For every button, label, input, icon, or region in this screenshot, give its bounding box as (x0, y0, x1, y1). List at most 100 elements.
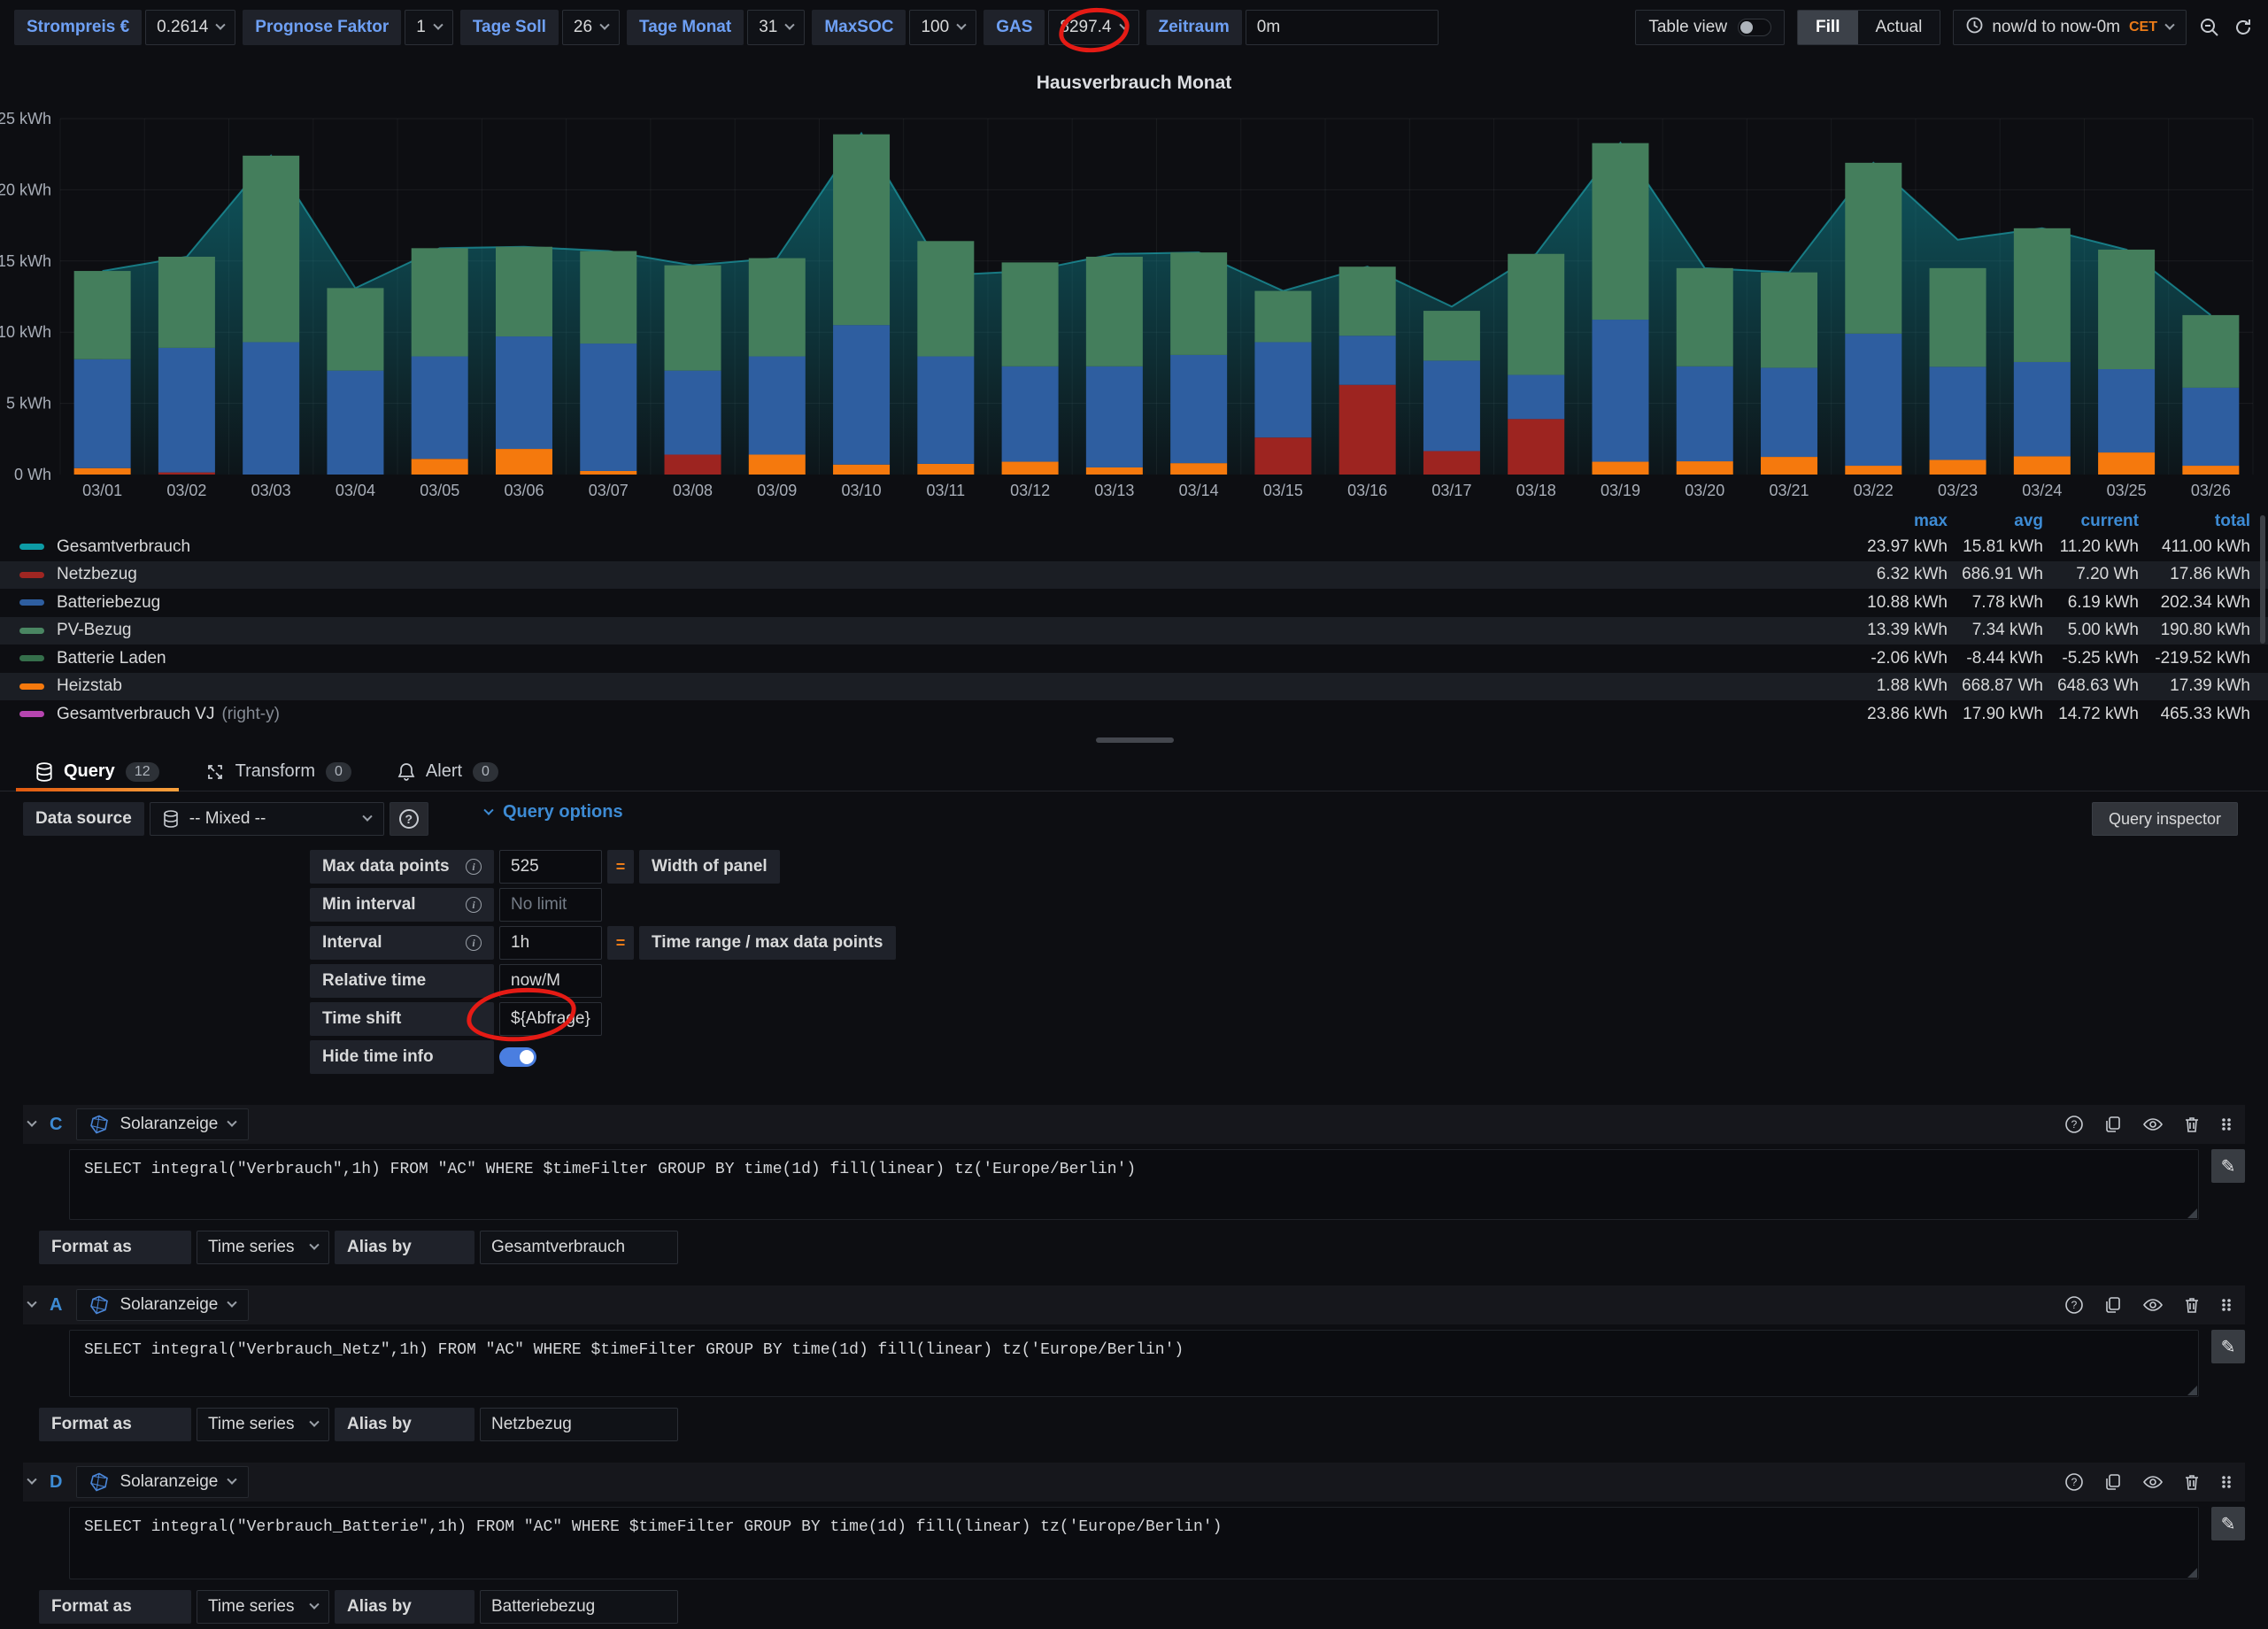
bar-segment-heizstab[interactable] (1930, 459, 1986, 475)
table-view-toggle[interactable]: Table view (1635, 10, 1785, 45)
refresh-button[interactable] (2233, 17, 2254, 38)
bar-segment-pv-bezug[interactable] (1508, 254, 1564, 375)
bar-segment-batteriebezug[interactable] (833, 325, 890, 465)
bar-segment-heizstab[interactable] (2182, 466, 2239, 475)
legend-column-avg[interactable]: avg (1948, 512, 2043, 531)
alias-by-input[interactable]: Batteriebezug (480, 1590, 678, 1624)
bar-segment-batteriebezug[interactable] (2014, 362, 2071, 456)
bar-segment-heizstab[interactable] (412, 459, 468, 475)
bar-segment-netzbezug[interactable] (1423, 451, 1480, 475)
bar-segment-heizstab[interactable] (496, 449, 552, 475)
bar-segment-heizstab[interactable] (1170, 463, 1227, 475)
bar-segment-batteriebezug[interactable] (1930, 367, 1986, 459)
bar-segment-pv-bezug[interactable] (1254, 291, 1311, 343)
tab-alert[interactable]: Alert0 (374, 753, 521, 791)
delete-query-trash-icon[interactable] (2183, 1472, 2201, 1492)
help-icon[interactable]: ? (2064, 1472, 2084, 1492)
legend-row-heizstab[interactable]: Heizstab1.88 kWh668.87 Wh648.63 Wh17.39 … (0, 673, 2268, 701)
fill-button[interactable]: Fill (1798, 11, 1857, 44)
legend-row-pv-bezug[interactable]: PV-Bezug13.39 kWh7.34 kWh5.00 kWh190.80 … (0, 617, 2268, 645)
textarea-resize-handle[interactable] (2187, 1208, 2197, 1218)
edit-query-pencil-button[interactable]: ✎ (2211, 1330, 2245, 1363)
actual-button[interactable]: Actual (1858, 11, 1940, 44)
bar-segment-pv-bezug[interactable] (158, 257, 215, 348)
bar-segment-pv-bezug[interactable] (1677, 268, 1733, 367)
collapse-chevron-icon[interactable] (27, 1475, 36, 1485)
bar-segment-batteriebezug[interactable] (1086, 367, 1143, 467)
option-input[interactable]: now/M (499, 964, 602, 998)
panel-resize-handle[interactable] (1096, 737, 1174, 743)
bar-segment-heizstab[interactable] (1592, 462, 1648, 475)
variable-dropdown[interactable]: 100 (909, 10, 976, 45)
info-icon[interactable]: i (466, 859, 482, 875)
hide-query-eye-icon[interactable] (2142, 1295, 2164, 1315)
bar-segment-batteriebezug[interactable] (1002, 367, 1059, 462)
format-as-select[interactable]: Time series (197, 1408, 329, 1441)
delete-query-trash-icon[interactable] (2183, 1115, 2201, 1134)
bar-segment-batteriebezug[interactable] (749, 357, 806, 455)
legend-column-total[interactable]: total (2139, 512, 2250, 531)
bar-segment-batteriebezug[interactable] (1339, 336, 1396, 384)
edit-query-pencil-button[interactable]: ✎ (2211, 1149, 2245, 1183)
legend-row-batteriebezug[interactable]: Batteriebezug10.88 kWh7.78 kWh6.19 kWh20… (0, 589, 2268, 617)
bar-segment-pv-bezug[interactable] (665, 266, 721, 371)
bar-segment-heizstab[interactable] (833, 465, 890, 475)
bar-segment-heizstab[interactable] (1845, 466, 1902, 475)
bar-segment-pv-bezug[interactable] (2182, 315, 2239, 388)
bar-segment-pv-bezug[interactable] (580, 251, 636, 344)
bar-segment-netzbezug[interactable] (665, 454, 721, 475)
bar-segment-heizstab[interactable] (1002, 462, 1059, 475)
bar-segment-pv-bezug[interactable] (1086, 257, 1143, 367)
bar-segment-batteriebezug[interactable] (1423, 360, 1480, 451)
bar-segment-batteriebezug[interactable] (665, 371, 721, 455)
series-name[interactable]: Gesamtverbrauch (57, 537, 1852, 557)
bar-segment-batteriebezug[interactable] (243, 342, 299, 475)
legend-row-gesamtverbrauch[interactable]: Gesamtverbrauch23.97 kWh15.81 kWh11.20 k… (0, 533, 2268, 561)
bar-segment-batteriebezug[interactable] (1845, 334, 1902, 466)
sql-query-textarea[interactable]: SELECT integral("Verbrauch_Netz",1h) FRO… (69, 1330, 2199, 1397)
hide-query-eye-icon[interactable] (2142, 1472, 2164, 1492)
bar-segment-netzbezug[interactable] (158, 473, 215, 475)
bar-segment-heizstab[interactable] (74, 468, 131, 475)
query-inspector-button[interactable]: Query inspector (2092, 802, 2238, 836)
help-icon[interactable]: ? (2064, 1115, 2084, 1134)
consumption-chart[interactable]: 0 Wh5 kWh10 kWh15 kWh20 kWh25 kWh03/0103… (0, 97, 2268, 513)
variable-dropdown[interactable]: 0.2614 (145, 10, 235, 45)
option-input[interactable]: 1h (499, 926, 602, 960)
bar-segment-batteriebezug[interactable] (1677, 367, 1733, 461)
variable-dropdown[interactable]: 8297.4 (1048, 10, 1138, 45)
bar-segment-heizstab[interactable] (1677, 461, 1733, 475)
drag-handle-icon[interactable] (2220, 1295, 2233, 1315)
legend-row-netzbezug[interactable]: Netzbezug6.32 kWh686.91 Wh7.20 Wh17.86 k… (0, 561, 2268, 590)
zoom-out-button[interactable] (2199, 17, 2220, 38)
query-options-header[interactable]: Query options (485, 802, 623, 822)
delete-query-trash-icon[interactable] (2183, 1295, 2201, 1315)
format-as-select[interactable]: Time series (197, 1590, 329, 1624)
bar-segment-heizstab[interactable] (2098, 452, 2155, 475)
bar-segment-batteriebezug[interactable] (1508, 374, 1564, 419)
query-header-C[interactable]: CSolaranzeige? (23, 1105, 2245, 1144)
bar-segment-batteriebezug[interactable] (496, 336, 552, 449)
query-datasource-picker[interactable]: Solaranzeige (76, 1289, 249, 1321)
bar-segment-batteriebezug[interactable] (1761, 367, 1817, 457)
variable-input[interactable]: 0m (1246, 10, 1439, 45)
bar-segment-pv-bezug[interactable] (327, 288, 383, 370)
datasource-help-button[interactable]: ? (390, 802, 428, 836)
bar-segment-heizstab[interactable] (1761, 457, 1817, 475)
drag-handle-icon[interactable] (2220, 1472, 2233, 1492)
bar-segment-pv-bezug[interactable] (917, 241, 974, 356)
query-header-A[interactable]: ASolaranzeige? (23, 1285, 2245, 1324)
option-input[interactable]: 525 (499, 850, 602, 884)
bar-segment-pv-bezug[interactable] (833, 135, 890, 325)
time-range-picker[interactable]: now/d to now-0m CET (1953, 10, 2187, 45)
bar-segment-pv-bezug[interactable] (496, 247, 552, 336)
bar-segment-netzbezug[interactable] (1254, 437, 1311, 475)
drag-handle-icon[interactable] (2220, 1115, 2233, 1134)
bar-segment-pv-bezug[interactable] (1002, 262, 1059, 366)
bar-segment-heizstab[interactable] (580, 471, 636, 475)
collapse-chevron-icon[interactable] (27, 1298, 36, 1308)
bar-segment-pv-bezug[interactable] (2014, 228, 2071, 362)
sql-query-textarea[interactable]: SELECT integral("Verbrauch",1h) FROM "AC… (69, 1149, 2199, 1220)
legend-column-current[interactable]: current (2043, 512, 2139, 531)
bar-segment-pv-bezug[interactable] (1170, 252, 1227, 355)
